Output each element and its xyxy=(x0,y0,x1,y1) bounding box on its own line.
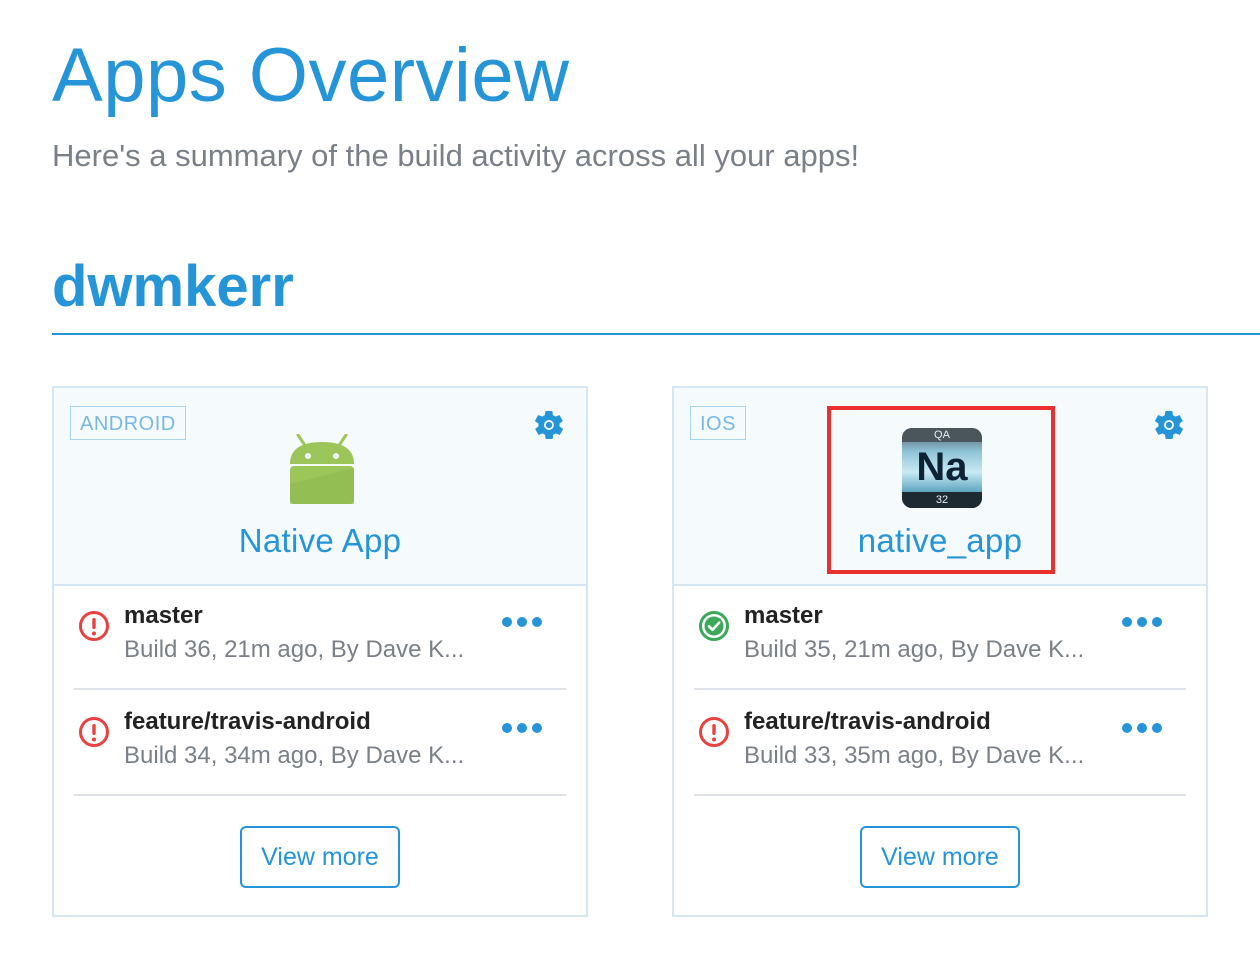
build-meta: Build 33, 35m ago, By Dave K... xyxy=(744,742,1085,769)
success-check-icon xyxy=(699,611,729,641)
page-title: Apps Overview xyxy=(52,33,570,118)
app-card-header: IOS QA Na 32 native_app xyxy=(674,388,1206,586)
build-meta: Build 36, 21m ago, By Dave K... xyxy=(124,636,465,663)
android-robot-icon xyxy=(290,434,354,504)
owner-heading: dwmkerr xyxy=(52,254,294,319)
build-meta: Build 35, 21m ago, By Dave K... xyxy=(744,636,1085,663)
app-card-header: ANDROID Native App xyxy=(54,388,586,586)
build-row[interactable]: feature/travis-android Build 33, 35m ago… xyxy=(694,690,1186,796)
more-options-icon[interactable] xyxy=(1122,720,1168,734)
app-card-ios: IOS QA Na 32 native_app master Build 35,… xyxy=(672,386,1208,917)
view-more-button[interactable]: View more xyxy=(860,826,1020,888)
view-more-button[interactable]: View more xyxy=(240,826,400,888)
gear-icon[interactable] xyxy=(532,408,566,442)
build-row[interactable]: master Build 35, 21m ago, By Dave K... xyxy=(694,584,1186,690)
branch-name: feature/travis-android xyxy=(744,708,991,735)
owner-divider xyxy=(52,333,1260,335)
error-icon xyxy=(79,717,109,747)
branch-name: master xyxy=(124,602,203,629)
gear-icon[interactable] xyxy=(1152,408,1186,442)
more-options-icon[interactable] xyxy=(502,614,548,628)
app-card-android: ANDROID Native App master Build 36, 21m … xyxy=(52,386,588,917)
highlight-box xyxy=(827,406,1055,574)
more-options-icon[interactable] xyxy=(1122,614,1168,628)
branch-name: feature/travis-android xyxy=(124,708,371,735)
build-row[interactable]: feature/travis-android Build 34, 34m ago… xyxy=(74,690,566,796)
build-meta: Build 34, 34m ago, By Dave K... xyxy=(124,742,465,769)
row-divider xyxy=(694,794,1186,796)
app-name-link[interactable]: Native App xyxy=(54,522,586,560)
error-icon xyxy=(79,611,109,641)
branch-name: master xyxy=(744,602,823,629)
platform-badge: IOS xyxy=(690,406,746,440)
row-divider xyxy=(74,794,566,796)
page-subtitle: Here's a summary of the build activity a… xyxy=(52,138,860,173)
error-icon xyxy=(699,717,729,747)
platform-badge: ANDROID xyxy=(70,406,186,440)
more-options-icon[interactable] xyxy=(502,720,548,734)
build-row[interactable]: master Build 36, 21m ago, By Dave K... xyxy=(74,584,566,690)
